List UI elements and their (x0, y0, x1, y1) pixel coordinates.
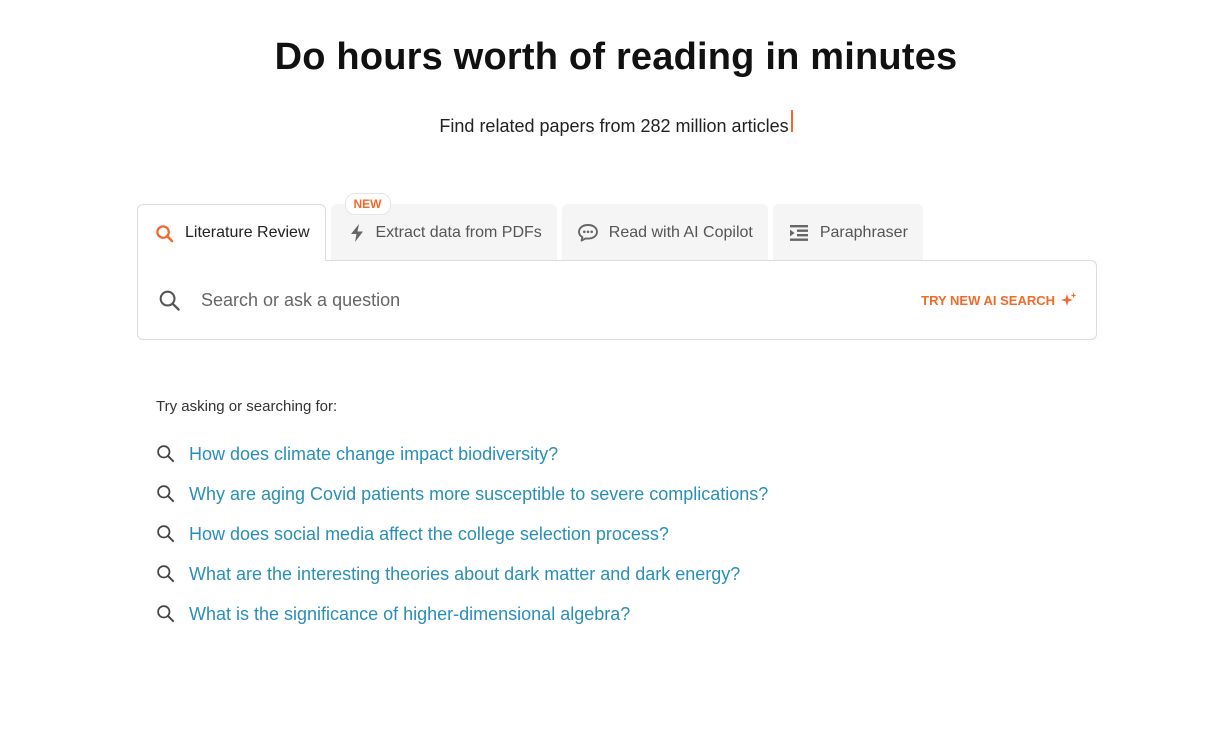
suggestions-list: Try asking or searching for: How does cl… (156, 396, 1056, 634)
search-bar: TRY NEW AI SEARCH (137, 260, 1097, 340)
lightning-icon (346, 222, 368, 244)
search-icon (153, 222, 175, 244)
ai-search-label: TRY NEW AI SEARCH (921, 292, 1055, 308)
search-icon (156, 484, 176, 504)
suggestion-item[interactable]: Why are aging Covid patients more suscep… (156, 474, 1056, 514)
tab-label: Literature Review (185, 224, 310, 241)
search-icon (156, 524, 176, 544)
page-title: Do hours worth of reading in minutes (274, 36, 958, 78)
page-subtitle: Find related papers from 282 million art… (0, 110, 1232, 138)
suggestion-item[interactable]: How does climate change impact biodivers… (156, 434, 1056, 474)
search-icon (156, 564, 176, 584)
suggestion-text: What is the significance of higher-dimen… (189, 603, 631, 624)
tab-label: Paraphraser (819, 223, 908, 241)
indent-icon (788, 222, 810, 244)
suggestion-text: Why are aging Covid patients more suscep… (189, 483, 769, 504)
search-input[interactable] (197, 280, 922, 320)
suggestion-text: How does climate change impact biodivers… (189, 443, 559, 464)
tab-extract-data[interactable]: NEW Extract data from PDFs (330, 193, 557, 261)
tool-tabs: Literature Review NEW Extract data from … (137, 193, 923, 261)
tab-ai-copilot[interactable]: Read with AI Copilot (561, 204, 768, 261)
typing-cursor (790, 110, 793, 132)
search-icon (156, 444, 176, 464)
suggestion-text: What are the interesting theories about … (189, 563, 741, 584)
suggestion-item[interactable]: What are the interesting theories about … (156, 554, 1056, 594)
subtitle-text: Find related papers from 282 million art… (439, 116, 789, 136)
suggestion-text: How does social media affect the college… (189, 523, 669, 544)
tab-label: Read with AI Copilot (608, 223, 753, 241)
sparkle-icon (1061, 292, 1077, 308)
search-icon (156, 604, 176, 624)
suggestions-label: Try asking or searching for: (156, 398, 338, 415)
tab-label: Extract data from PDFs (375, 223, 542, 241)
tab-paraphraser[interactable]: Paraphraser (772, 204, 923, 261)
tab-literature-review[interactable]: Literature Review (137, 204, 326, 261)
new-badge: NEW (344, 193, 391, 215)
search-icon (157, 288, 181, 312)
page: Do hours worth of reading in minutes Fin… (0, 0, 1232, 748)
try-ai-search-button[interactable]: TRY NEW AI SEARCH (921, 292, 1077, 308)
suggestion-item[interactable]: How does social media affect the college… (156, 514, 1056, 554)
chat-icon (577, 222, 599, 244)
suggestion-item[interactable]: What is the significance of higher-dimen… (156, 594, 1056, 634)
